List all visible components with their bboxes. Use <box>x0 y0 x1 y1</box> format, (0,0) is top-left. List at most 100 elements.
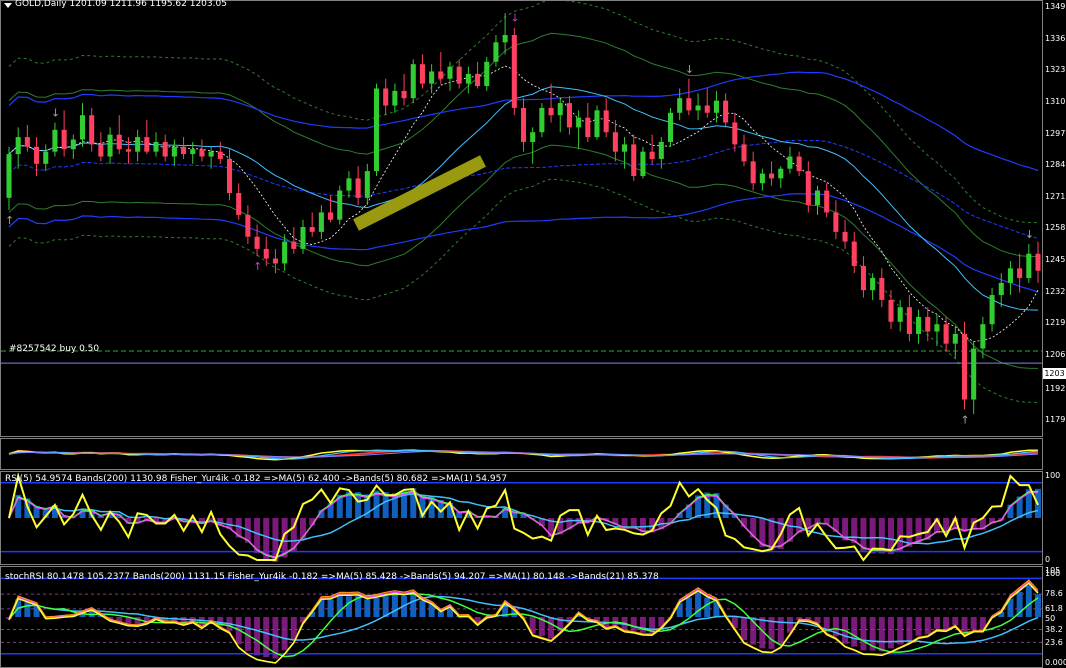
histogram-bar <box>961 617 968 634</box>
candle-body <box>438 71 444 79</box>
fisher-pane[interactable] <box>0 438 1043 470</box>
histogram-bar <box>345 596 352 617</box>
candle-body <box>410 64 416 99</box>
rsi-pane[interactable]: RSI(5) 54.9574 Bands(200) 1130.98 Fisher… <box>0 471 1043 565</box>
candle-body <box>686 98 692 111</box>
price-tick-label: 1297 <box>1045 128 1066 138</box>
candle-body <box>1035 253 1041 271</box>
indicator-tick-label: 38.2 <box>1045 624 1063 634</box>
price-tick-label: 1258 <box>1045 223 1066 233</box>
candle-body <box>934 324 940 332</box>
histogram-bar <box>24 602 31 617</box>
candle-body <box>713 100 719 113</box>
candle-body <box>998 282 1004 296</box>
histogram-bar <box>741 617 747 641</box>
price-tick-label: 1336 <box>1045 33 1066 43</box>
candle-body <box>870 278 876 291</box>
fractal-up-arrow-icon: ↑ <box>253 260 262 273</box>
candle-body <box>309 227 315 232</box>
candle-body <box>364 171 370 198</box>
candle-body <box>971 348 977 400</box>
candle-body <box>925 316 931 332</box>
candle-body <box>52 129 58 152</box>
price-tick-label: 1349 <box>1045 2 1066 12</box>
candle-body <box>456 66 462 84</box>
rsi-axis: 100 0 <box>1043 471 1066 565</box>
candle-body <box>952 333 958 344</box>
candle-body <box>70 139 76 150</box>
candle-body <box>851 241 857 266</box>
fractal-up-arrow-icon: ↑ <box>5 214 14 227</box>
candle-body <box>429 71 435 84</box>
price-tick-label: 1271 <box>1045 191 1066 201</box>
band-blue-lower <box>8 192 1039 293</box>
candle-body <box>814 190 821 206</box>
indicator-tick-label: 61.8 <box>1045 603 1063 613</box>
order-label: #8257542 buy 0.50 <box>9 344 100 354</box>
candle-body <box>769 173 775 179</box>
candle-body <box>254 236 260 249</box>
candle-body <box>943 324 949 344</box>
candle-body <box>842 231 848 242</box>
histogram-bar <box>704 597 711 617</box>
candle-body <box>493 42 499 62</box>
candle-body <box>511 35 517 108</box>
candle-body <box>677 98 683 113</box>
indicator-tick-label: 100 <box>1045 471 1061 480</box>
candle-body <box>658 141 664 159</box>
stochrsi-pane[interactable]: stochRSI 80.1478 105.2377 Bands(200) 113… <box>0 566 1043 668</box>
candle-body <box>906 307 912 334</box>
fractal-down-arrow-icon: ↓ <box>1025 228 1034 241</box>
candle-body <box>530 132 536 142</box>
candle-body <box>226 158 233 193</box>
candle-body <box>723 100 729 123</box>
candle-body <box>107 134 113 157</box>
collapse-triangle-icon[interactable] <box>4 3 12 8</box>
candle-body <box>181 146 187 155</box>
candle-body <box>190 149 196 155</box>
candle-body <box>539 107 545 133</box>
candle-body <box>383 88 389 106</box>
fractal-up-arrow-icon: ↑ <box>961 413 970 426</box>
candle-body <box>824 190 830 213</box>
candle-body <box>585 117 591 138</box>
band-lower <box>8 144 1039 369</box>
candle-body <box>217 151 223 159</box>
price-tick-label: 1179 <box>1045 415 1066 425</box>
price-pane[interactable]: ↓ ↓ ↓ ↓ ↑ ↑ ↑ GOLD,Daily 1201.09 1211.96 1195.… <box>0 0 1043 437</box>
symbol-header: GOLD,Daily 1201.09 1211.96 1195.62 1203.… <box>15 0 227 9</box>
rsi-chart <box>1 472 1042 563</box>
candle-body <box>355 178 361 198</box>
fractal-down-arrow-icon: ↓ <box>51 107 60 120</box>
candle-body <box>502 35 508 43</box>
candle-body <box>300 227 306 249</box>
indicator-tick-label: 78.6 <box>1045 588 1063 598</box>
histogram-bar <box>943 617 950 630</box>
candle-body <box>741 144 747 162</box>
histogram-bar <box>639 617 646 633</box>
candle-body <box>346 178 352 191</box>
indicator-tick-label: 0 <box>1045 555 1051 564</box>
candle-body <box>566 103 572 128</box>
candle-body <box>576 117 582 128</box>
price-tick-label: 1232 <box>1045 286 1066 296</box>
candle-body <box>419 64 425 84</box>
candle-body <box>805 171 811 206</box>
histogram-bar <box>906 617 913 641</box>
histogram-bar <box>1035 594 1041 617</box>
histogram-bar <box>327 599 334 617</box>
histogram-bar <box>612 617 619 626</box>
histogram-bar <box>970 617 977 630</box>
candle-body <box>401 90 407 99</box>
histogram-bar <box>860 617 867 651</box>
candle-body <box>373 88 380 172</box>
candle-body <box>15 137 21 155</box>
candle-body <box>89 115 95 145</box>
candle-body <box>548 107 554 116</box>
candle-body <box>622 144 628 152</box>
stochrsi-axis: 105 100 78.6 61.8 50 38.2 23.6 0.000 <box>1043 566 1066 668</box>
candle-body <box>447 66 453 79</box>
candle-body <box>704 105 710 113</box>
candle-body <box>116 134 122 150</box>
candle-body <box>759 173 765 184</box>
